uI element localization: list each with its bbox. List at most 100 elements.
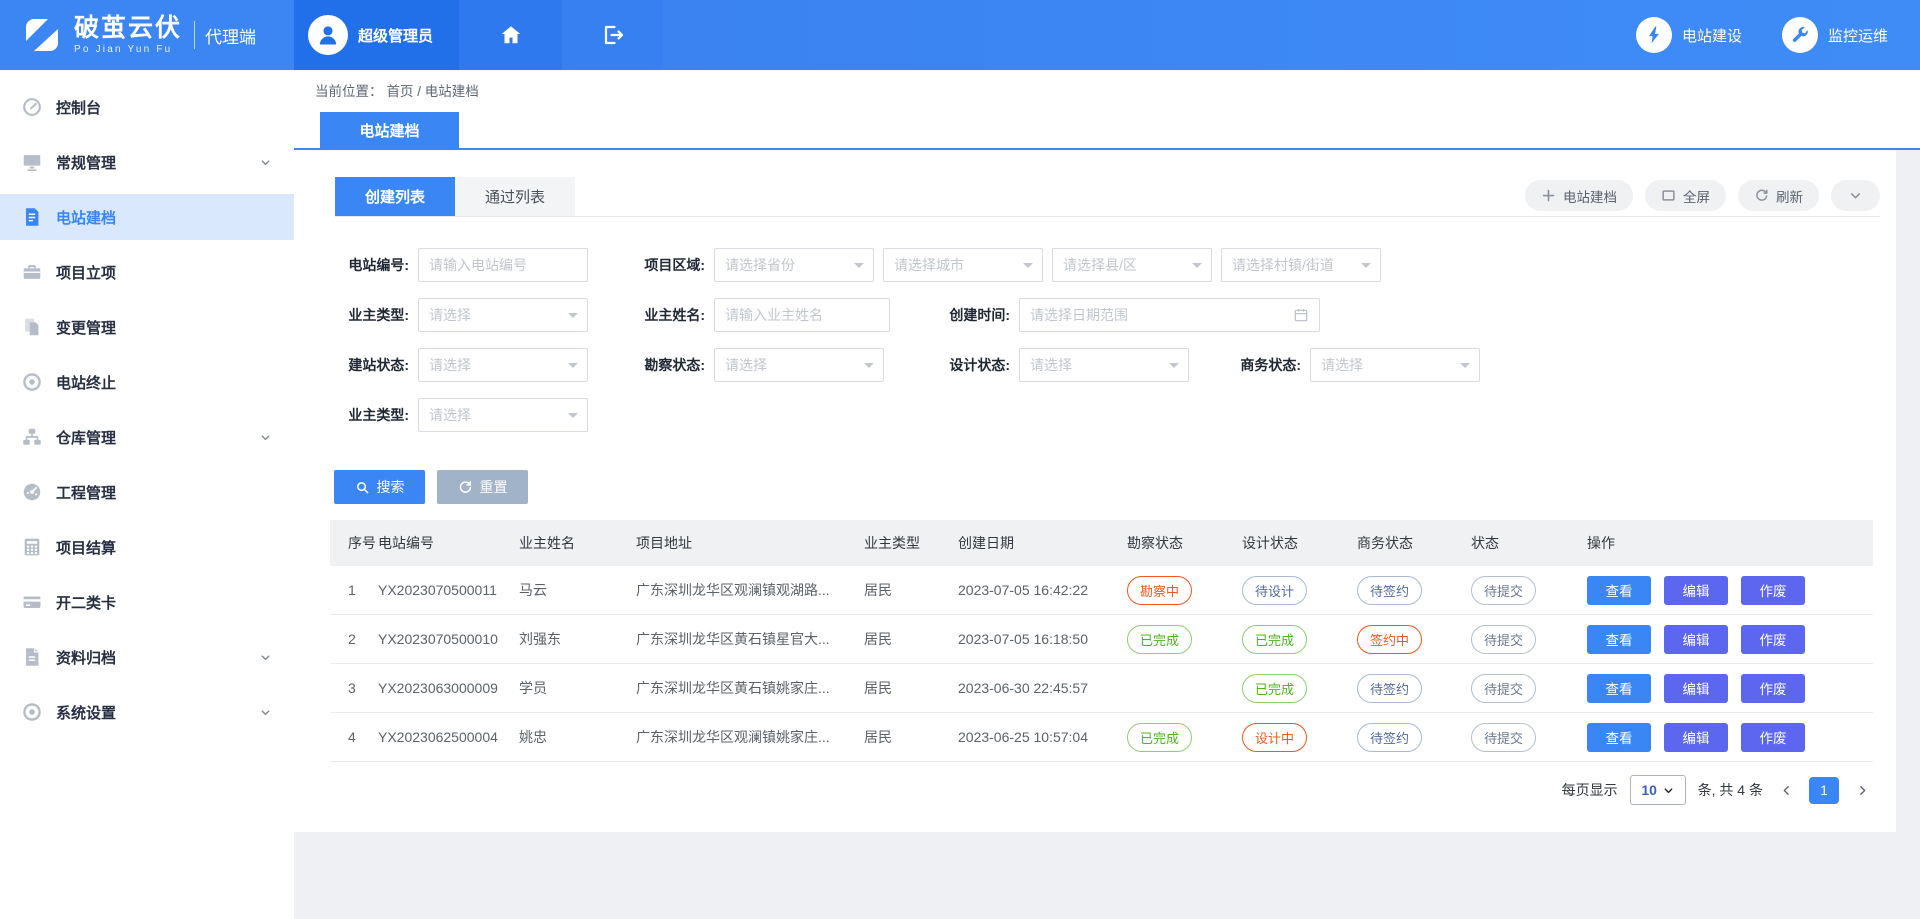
nav-monitor-ops[interactable]: 监控运维	[1782, 17, 1888, 53]
business-status-label: 商务状态:	[1238, 355, 1301, 375]
cell-design-status: 待设计	[1242, 576, 1357, 605]
prev-page-button[interactable]	[1775, 777, 1797, 803]
sidebar-item-8[interactable]: 工程管理	[0, 469, 294, 515]
cell-design-status: 已完成	[1242, 625, 1357, 654]
column-header: 状态	[1471, 533, 1587, 553]
toolbar: 电站建档 全屏 刷新	[1525, 180, 1880, 216]
sidebar-item-12[interactable]: 系统设置	[0, 689, 294, 735]
chevron-down-icon	[259, 651, 272, 664]
reset-button[interactable]: 重置	[437, 470, 528, 504]
status-badge: 待签约	[1357, 674, 1422, 703]
status-badge: 已完成	[1127, 625, 1192, 654]
tab-passed-list[interactable]: 通过列表	[455, 177, 575, 216]
home-button[interactable]	[459, 0, 562, 70]
view-button[interactable]: 查看	[1587, 625, 1651, 654]
table-row: 3YX2023063000009学员广东深圳龙华区黄石镇姚家庄...居民2023…	[330, 664, 1873, 713]
reset-icon	[458, 480, 473, 495]
view-button[interactable]: 查看	[1587, 576, 1651, 605]
refresh-button[interactable]: 刷新	[1738, 180, 1819, 211]
edit-button[interactable]: 编辑	[1664, 576, 1728, 605]
sidebar-item-1[interactable]: 控制台	[0, 84, 294, 130]
tab-station-archive[interactable]: 电站建档	[320, 112, 459, 148]
logout-button[interactable]	[562, 0, 663, 70]
status-badge: 待提交	[1471, 625, 1536, 654]
build-status-select[interactable]: 请选择	[418, 348, 588, 382]
sidebar-item-3[interactable]: 电站建档	[0, 194, 294, 240]
sidebar-item-label: 资料归档	[56, 647, 116, 668]
wrench-icon	[1782, 17, 1818, 53]
owner-type2-select[interactable]: 请选择	[418, 398, 588, 432]
sidebar-item-label: 仓库管理	[56, 427, 116, 448]
void-button[interactable]: 作废	[1741, 576, 1805, 605]
nav-monitor-ops-label: 监控运维	[1828, 25, 1888, 46]
cell-owner-name: 姚忠	[519, 727, 636, 747]
station-no-input[interactable]	[418, 248, 588, 282]
breadcrumb: 当前位置： 首页 / 电站建档	[294, 70, 1920, 110]
user-menu[interactable]: 超级管理员	[294, 0, 459, 70]
user-name: 超级管理员	[358, 25, 433, 46]
survey-status-select[interactable]: 请选择	[714, 348, 884, 382]
cell-owner-type: 居民	[864, 629, 958, 649]
void-button[interactable]: 作废	[1741, 674, 1805, 703]
refresh-icon	[1754, 188, 1769, 203]
void-button[interactable]: 作废	[1741, 723, 1805, 752]
page-1-button[interactable]: 1	[1809, 777, 1839, 804]
column-header: 电站编号	[378, 533, 519, 553]
person-icon	[315, 22, 341, 48]
edit-button[interactable]: 编辑	[1664, 674, 1728, 703]
add-station-button[interactable]: 电站建档	[1525, 180, 1633, 211]
column-header: 序号	[330, 533, 378, 553]
cell-address: 广东深圳龙华区黄石镇姚家庄...	[636, 678, 864, 698]
owner-name-input[interactable]	[714, 298, 890, 332]
cell-index: 2	[330, 631, 378, 647]
status-badge: 待提交	[1471, 576, 1536, 605]
view-button[interactable]: 查看	[1587, 723, 1651, 752]
cell-owner-type: 居民	[864, 727, 958, 747]
sidebar-item-7[interactable]: 仓库管理	[0, 414, 294, 460]
column-header: 操作	[1587, 533, 1873, 553]
city-select[interactable]: 请选择城市	[883, 248, 1043, 282]
search-button[interactable]: 搜索	[334, 470, 425, 504]
tab-create-list[interactable]: 创建列表	[335, 177, 455, 216]
design-status-select[interactable]: 请选择	[1019, 348, 1189, 382]
status-badge: 签约中	[1357, 625, 1422, 654]
view-button[interactable]: 查看	[1587, 674, 1651, 703]
caret-down-icon	[854, 263, 864, 273]
business-status-select[interactable]: 请选择	[1310, 348, 1480, 382]
province-select[interactable]: 请选择省份	[714, 248, 874, 282]
filter-actions: 搜索 重置	[334, 470, 528, 504]
nav-station-build[interactable]: 电站建设	[1636, 17, 1742, 53]
sidebar-item-5[interactable]: 变更管理	[0, 304, 294, 350]
breadcrumb-path[interactable]: 首页 / 电站建档	[387, 80, 479, 100]
edit-button[interactable]: 编辑	[1664, 723, 1728, 752]
void-button[interactable]: 作废	[1741, 625, 1805, 654]
table-body: 1YX2023070500011马云广东深圳龙华区观澜镇观湖路...居民2023…	[330, 566, 1873, 762]
sidebar-item-9[interactable]: 项目结算	[0, 524, 294, 570]
cell-create-date: 2023-07-05 16:18:50	[958, 631, 1127, 647]
warehouse-icon	[20, 425, 44, 449]
fullscreen-button[interactable]: 全屏	[1645, 180, 1726, 211]
cell-design-status: 已完成	[1242, 674, 1357, 703]
caret-down-icon	[1460, 363, 1470, 373]
owner-type-select[interactable]: 请选择	[418, 298, 588, 332]
fullscreen-label: 全屏	[1683, 186, 1710, 206]
edit-button[interactable]: 编辑	[1664, 625, 1728, 654]
county-select[interactable]: 请选择县/区	[1052, 248, 1212, 282]
sidebar-item-6[interactable]: 电站终止	[0, 359, 294, 405]
collapse-button[interactable]	[1831, 180, 1880, 211]
next-page-button[interactable]	[1851, 777, 1873, 803]
sidebar-item-10[interactable]: 开二类卡	[0, 579, 294, 625]
date-range-input[interactable]: 请选择日期范围	[1019, 298, 1320, 332]
chevron-left-icon	[1780, 784, 1793, 797]
page-size-select[interactable]: 10	[1630, 775, 1686, 805]
add-station-label: 电站建档	[1563, 186, 1617, 206]
sidebar-item-label: 变更管理	[56, 317, 116, 338]
caret-down-icon	[1361, 263, 1371, 273]
sidebar-item-2[interactable]: 常规管理	[0, 139, 294, 185]
sidebar-item-4[interactable]: 项目立项	[0, 249, 294, 295]
column-header: 业主类型	[864, 533, 958, 553]
sidebar-item-label: 电站建档	[56, 207, 116, 228]
town-select[interactable]: 请选择村镇/街道	[1221, 248, 1381, 282]
create-time-label: 创建时间:	[939, 305, 1010, 325]
sidebar-item-11[interactable]: 资料归档	[0, 634, 294, 680]
